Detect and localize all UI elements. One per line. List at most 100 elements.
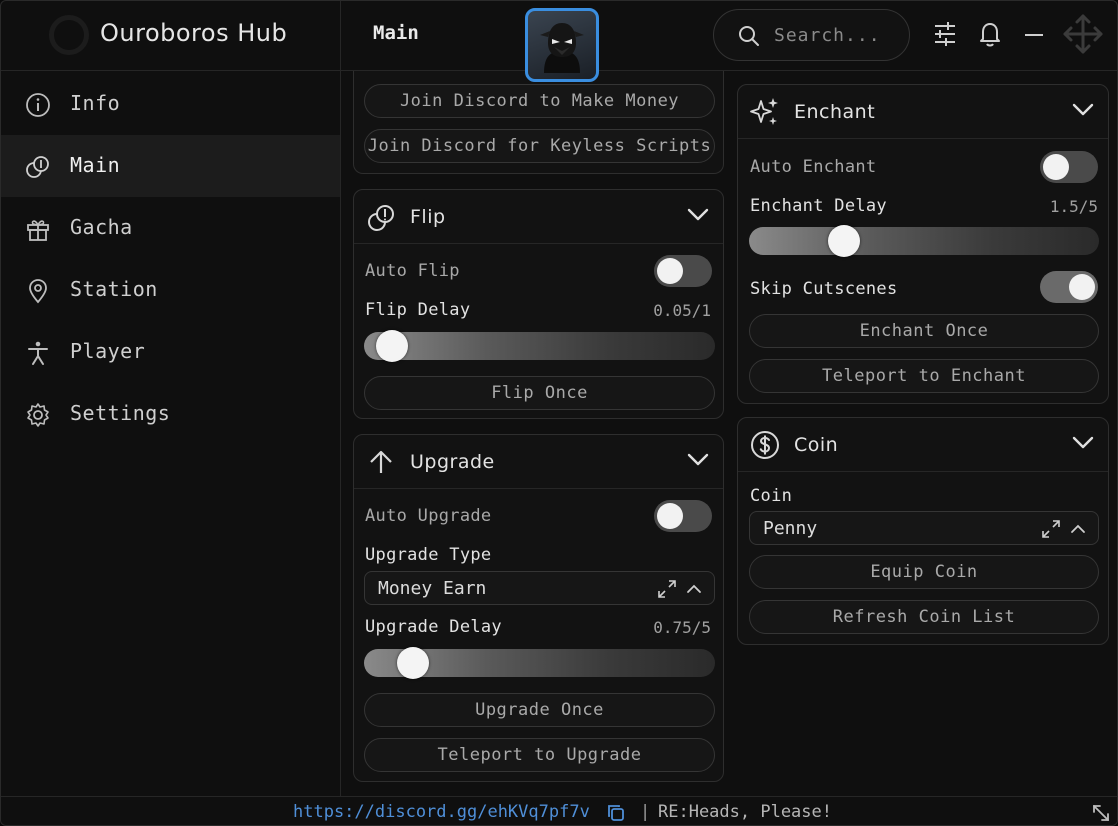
logo-icon xyxy=(49,15,89,55)
toggle-knob xyxy=(1043,154,1069,180)
search-icon xyxy=(739,26,759,46)
sidebar-item-main[interactable]: Main xyxy=(1,135,340,197)
teleport-upgrade-button[interactable]: Teleport to Upgrade xyxy=(364,738,715,772)
coin-dropdown[interactable]: Penny xyxy=(749,511,1099,545)
upgrade-once-button[interactable]: Upgrade Once xyxy=(364,693,715,727)
enchant-delay-value: 1.5/5 xyxy=(1049,197,1098,216)
expand-icon[interactable] xyxy=(656,579,678,599)
slider-thumb[interactable] xyxy=(828,225,860,257)
enchant-card-header[interactable]: Enchant xyxy=(738,85,1108,139)
toggle-knob xyxy=(657,258,683,284)
sidebar-item-label: Main xyxy=(70,153,121,177)
chevron-down-icon[interactable] xyxy=(1072,436,1094,450)
upgrade-type-label: Upgrade Type xyxy=(365,545,492,565)
search-box[interactable] xyxy=(713,9,910,61)
join-discord-money-button[interactable]: Join Discord to Make Money xyxy=(364,84,715,118)
sidebar-item-label: Player xyxy=(70,339,146,363)
coins-icon xyxy=(26,156,49,178)
flip-delay-value: 0.05/1 xyxy=(653,301,711,320)
sliders-icon[interactable] xyxy=(933,21,957,47)
sidebar-item-settings[interactable]: Settings xyxy=(1,383,340,445)
equip-coin-button[interactable]: Equip Coin xyxy=(749,555,1099,589)
toggle-knob xyxy=(657,503,683,529)
coin-select-value: Penny xyxy=(763,518,818,539)
upgrade-type-value: Money Earn xyxy=(378,578,487,599)
auto-flip-toggle[interactable] xyxy=(654,255,712,287)
map-pin-icon xyxy=(29,279,47,304)
upgrade-card-header[interactable]: Upgrade xyxy=(354,435,723,489)
footer-separator: | xyxy=(640,802,651,822)
dropdown-icons xyxy=(1040,519,1086,539)
coin-card-title: Coin xyxy=(794,434,839,456)
auto-flip-label: Auto Flip xyxy=(365,261,460,281)
top-bar: Ouroboros Hub Main xyxy=(1,1,1117,82)
sidebar-item-player[interactable]: Player xyxy=(1,321,340,383)
auto-enchant-toggle[interactable] xyxy=(1040,151,1098,183)
sidebar-item-label: Station xyxy=(70,277,158,301)
auto-upgrade-toggle[interactable] xyxy=(654,500,712,532)
enchant-card-title: Enchant xyxy=(794,101,876,123)
arrow-up-icon xyxy=(370,450,392,473)
minimize-icon[interactable] xyxy=(1024,33,1044,37)
enchant-delay-label: Enchant Delay xyxy=(750,196,887,216)
sidebar-item-gacha[interactable]: Gacha xyxy=(1,197,340,259)
upgrade-card: Upgrade Auto Upgrade Upgrade Type Money … xyxy=(353,434,724,782)
skip-cutscenes-toggle[interactable] xyxy=(1040,271,1098,303)
info-icon xyxy=(26,93,50,117)
sidebar-divider xyxy=(340,1,341,796)
sidebar-item-label: Info xyxy=(70,91,121,115)
chevron-down-icon[interactable] xyxy=(1072,103,1094,117)
auto-upgrade-label: Auto Upgrade xyxy=(365,506,492,526)
resize-icon[interactable] xyxy=(1091,803,1111,823)
app-title: Ouroboros Hub xyxy=(100,19,288,47)
flip-card-header[interactable]: Flip xyxy=(354,190,723,244)
coin-card-header[interactable]: Coin xyxy=(738,418,1108,472)
flip-card: Flip Auto Flip Flip Delay 0.05/1 Flip On… xyxy=(353,189,724,419)
sidebar-item-label: Gacha xyxy=(70,215,133,239)
move-icon[interactable] xyxy=(1062,13,1104,55)
sparkles-icon xyxy=(750,98,778,125)
ninja-avatar-icon xyxy=(540,23,584,73)
coin-card: Coin Coin Penny Equip Coin Refresh Coin … xyxy=(737,417,1109,645)
upgrade-delay-label: Upgrade Delay xyxy=(365,617,502,637)
upgrade-delay-value: 0.75/5 xyxy=(653,618,711,637)
auto-enchant-label: Auto Enchant xyxy=(750,157,877,177)
avatar[interactable] xyxy=(525,8,599,82)
sidebar-item-label: Settings xyxy=(70,401,171,425)
search-input[interactable] xyxy=(774,23,904,47)
gift-icon xyxy=(27,220,49,241)
app-window: Ouroboros Hub Main Search... Info Main G… xyxy=(0,0,1118,826)
teleport-enchant-button[interactable]: Teleport to Enchant xyxy=(749,359,1099,393)
sidebar-item-info[interactable]: Info xyxy=(1,73,340,135)
bell-icon[interactable] xyxy=(979,21,1001,47)
flip-once-button[interactable]: Flip Once xyxy=(364,376,715,410)
footer-bar: https://discord.gg/ehKVq7pf7v | RE:Heads… xyxy=(1,796,1117,825)
enchant-once-button[interactable]: Enchant Once xyxy=(749,314,1099,348)
chevron-down-icon[interactable] xyxy=(687,453,709,467)
gear-icon xyxy=(27,403,49,427)
skip-cutscenes-label: Skip Cutscenes xyxy=(750,279,898,299)
slider-thumb[interactable] xyxy=(397,647,429,679)
sidebar-item-station[interactable]: Station xyxy=(1,259,340,321)
flip-card-title: Flip xyxy=(410,206,446,228)
chevron-down-icon[interactable] xyxy=(687,208,709,222)
discord-link[interactable]: https://discord.gg/ehKVq7pf7v xyxy=(293,802,590,822)
enchant-delay-slider[interactable] xyxy=(749,225,1099,257)
flip-delay-label: Flip Delay xyxy=(365,300,471,320)
upgrade-delay-slider[interactable] xyxy=(364,647,715,679)
chevron-up-icon[interactable] xyxy=(686,579,702,599)
flip-delay-slider[interactable] xyxy=(364,330,715,362)
chevron-up-icon[interactable] xyxy=(1070,519,1086,539)
footer-status: RE:Heads, Please! xyxy=(658,802,832,822)
upgrade-card-title: Upgrade xyxy=(410,451,495,473)
join-discord-keyless-button[interactable]: Join Discord for Keyless Scripts xyxy=(364,129,715,163)
expand-icon[interactable] xyxy=(1040,519,1062,539)
coin-select-label: Coin xyxy=(750,486,793,506)
refresh-coin-list-button[interactable]: Refresh Coin List xyxy=(749,600,1099,634)
copy-icon[interactable] xyxy=(607,804,625,822)
dollar-icon xyxy=(751,431,779,459)
upgrade-type-dropdown[interactable]: Money Earn xyxy=(364,571,715,605)
toggle-knob xyxy=(1069,274,1095,300)
dropdown-icons xyxy=(656,579,702,599)
slider-thumb[interactable] xyxy=(376,330,408,362)
